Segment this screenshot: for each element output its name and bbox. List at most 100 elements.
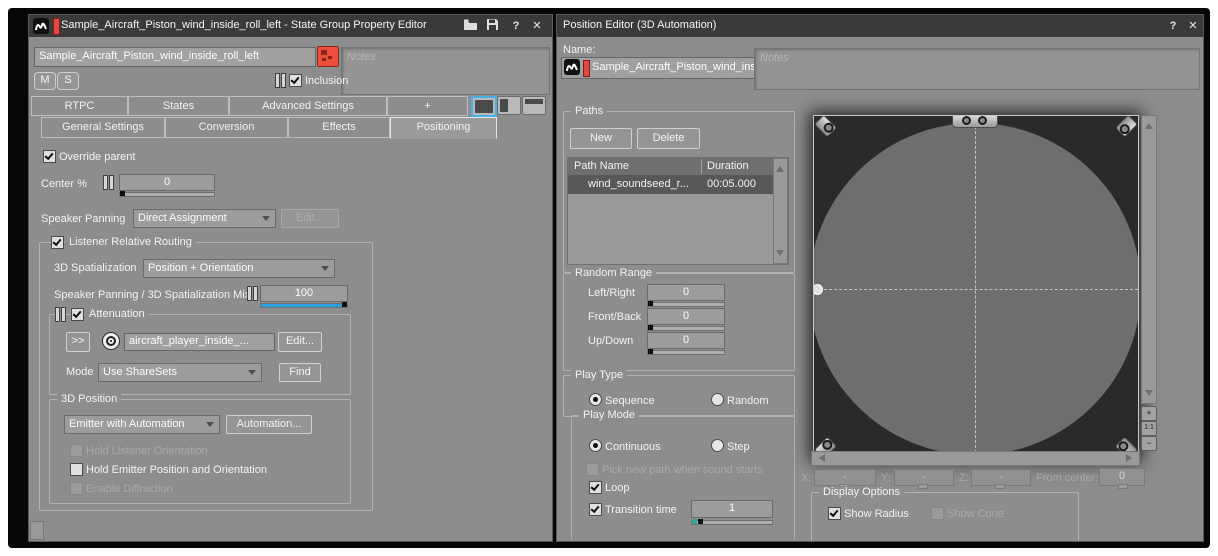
- left-right-slider[interactable]: [647, 302, 725, 307]
- paths-list[interactable]: Path Name Duration wind_soundseed_r... 0…: [567, 157, 789, 265]
- zoom-in-button[interactable]: +: [1141, 406, 1157, 421]
- scroll-down-icon[interactable]: [1145, 390, 1153, 400]
- solo-button[interactable]: S: [57, 72, 79, 90]
- loop-checkbox[interactable]: [589, 481, 602, 494]
- up-down-value[interactable]: 0: [647, 332, 725, 349]
- z-field[interactable]: -: [971, 469, 1031, 486]
- mix-slider[interactable]: [260, 303, 348, 308]
- y-field[interactable]: -: [894, 469, 954, 486]
- paths-list-scrollbar[interactable]: [773, 158, 788, 264]
- scroll-up-icon[interactable]: [1145, 119, 1153, 129]
- transition-time-slider[interactable]: [691, 520, 773, 525]
- tab-advanced-settings[interactable]: Advanced Settings: [229, 96, 387, 116]
- help-icon[interactable]: ?: [1165, 18, 1181, 34]
- attenuation-slider-icon[interactable]: [55, 307, 66, 321]
- layout-single-button[interactable]: [471, 96, 497, 117]
- x-field[interactable]: -: [814, 469, 876, 486]
- enable-diffraction-label: Enable Diffraction: [86, 483, 173, 495]
- override-parent-checkbox[interactable]: [43, 150, 56, 163]
- hold-listener-orientation-checkbox[interactable]: [70, 444, 83, 457]
- column-path-name[interactable]: Path Name: [574, 160, 629, 172]
- left-notes-area[interactable]: Notes: [341, 47, 550, 95]
- attenuation-edit-button[interactable]: Edit...: [278, 332, 322, 352]
- from-center-field[interactable]: 0: [1099, 468, 1145, 486]
- random-radio[interactable]: [711, 393, 724, 406]
- spatialization-dropdown[interactable]: Position + Orientation: [143, 259, 335, 278]
- path-row-selected[interactable]: wind_soundseed_r... 00:05.000: [568, 175, 773, 194]
- scroll-down-icon[interactable]: [776, 250, 784, 260]
- state-group-icon-button[interactable]: [317, 46, 339, 67]
- position-3d-canvas[interactable]: [813, 115, 1139, 459]
- hold-emitter-label: Hold Emitter Position and Orientation: [86, 464, 267, 476]
- speaker-panning-dropdown[interactable]: Direct Assignment: [133, 209, 276, 228]
- show-radius-checkbox[interactable]: [828, 507, 841, 520]
- front-back-slider[interactable]: [647, 326, 725, 331]
- transition-time-checkbox[interactable]: [589, 503, 602, 516]
- attenuation-checkbox[interactable]: [71, 308, 84, 321]
- scroll-left-icon[interactable]: [815, 454, 825, 462]
- tab-add[interactable]: +: [387, 96, 468, 116]
- hold-emitter-checkbox[interactable]: [70, 463, 83, 476]
- tab-positioning[interactable]: Positioning: [390, 117, 497, 139]
- layout-split-horizontal-button[interactable]: [522, 96, 546, 115]
- tab-general-settings[interactable]: General Settings: [41, 117, 165, 138]
- tab-rtpc[interactable]: RTPC: [31, 96, 128, 116]
- close-icon[interactable]: ✕: [529, 18, 545, 34]
- column-duration[interactable]: Duration: [707, 160, 749, 172]
- attenuation-shareset-field[interactable]: aircraft_player_inside_...: [124, 333, 275, 351]
- scroll-up-icon[interactable]: [776, 162, 784, 172]
- zoom-out-button[interactable]: −: [1141, 436, 1157, 451]
- canvas-vertical-scrollbar[interactable]: [1141, 115, 1157, 404]
- tab-conversion[interactable]: Conversion: [165, 117, 288, 138]
- paths-label: Paths: [571, 105, 607, 117]
- attenuation-expand-button[interactable]: >>: [66, 332, 90, 352]
- canvas-horizontal-scrollbar[interactable]: [811, 451, 1140, 466]
- inclusion-splitter-icon: [275, 73, 286, 87]
- random-label: Random: [727, 395, 769, 407]
- object-name-input[interactable]: Sample_Aircraft_Piston_wind_inside_roll_…: [34, 47, 316, 67]
- front-back-value[interactable]: 0: [647, 308, 725, 325]
- zoom-actual-button[interactable]: 1:1: [1141, 421, 1157, 436]
- left-right-value[interactable]: 0: [647, 284, 725, 301]
- column-divider[interactable]: [701, 159, 702, 174]
- enable-diffraction-checkbox[interactable]: [70, 482, 83, 495]
- center-percent-slider[interactable]: [119, 192, 215, 197]
- left-titlebar[interactable]: Sample_Aircraft_Piston_wind_inside_roll_…: [29, 15, 552, 37]
- tab-effects[interactable]: Effects: [288, 117, 390, 138]
- right-titlebar[interactable]: Position Editor (3D Automation) ? ✕: [557, 15, 1203, 37]
- attenuation-mode-dropdown[interactable]: Use ShareSets: [98, 363, 262, 382]
- tab-states[interactable]: States: [128, 96, 229, 116]
- up-down-slider[interactable]: [647, 350, 725, 355]
- show-cone-checkbox[interactable]: [931, 507, 944, 520]
- center-percent-value[interactable]: 0: [119, 174, 215, 191]
- inclusion-checkbox[interactable]: [289, 74, 302, 87]
- close-icon[interactable]: ✕: [1185, 18, 1201, 34]
- help-icon[interactable]: ?: [508, 18, 524, 34]
- pick-new-path-checkbox[interactable]: [586, 463, 599, 476]
- attenuation-group: [49, 314, 351, 395]
- listener-relative-routing-checkbox[interactable]: [51, 236, 64, 249]
- mute-button[interactable]: M: [34, 72, 56, 90]
- position-3d-mode-dropdown[interactable]: Emitter with Automation: [64, 415, 220, 434]
- scroll-right-icon[interactable]: [1126, 454, 1136, 462]
- mix-slider-icon[interactable]: [247, 286, 252, 300]
- right-notes-area[interactable]: Notes: [754, 48, 1200, 90]
- paths-list-header[interactable]: Path Name Duration: [568, 158, 773, 175]
- screenshot: Sample_Aircraft_Piston_wind_inside_roll_…: [0, 0, 1218, 556]
- speaker-panning-edit-button[interactable]: Edit...: [281, 209, 339, 228]
- transition-time-value[interactable]: 1: [691, 500, 773, 518]
- step-radio[interactable]: [711, 439, 724, 452]
- layout-split-vertical-button[interactable]: [497, 96, 521, 115]
- mix-value[interactable]: 100: [260, 285, 348, 302]
- save-icon[interactable]: [486, 18, 502, 34]
- attenuation-find-button[interactable]: Find: [279, 363, 321, 382]
- sequence-radio[interactable]: [589, 393, 602, 406]
- open-folder-icon[interactable]: [463, 18, 479, 34]
- left-window-corner-scrollbar[interactable]: [30, 521, 44, 540]
- center-percent-slider-icon[interactable]: [103, 175, 114, 189]
- continuous-radio[interactable]: [589, 439, 602, 452]
- path-new-button[interactable]: New: [570, 128, 632, 149]
- spatialization-label: 3D Spatialization: [54, 262, 137, 274]
- automation-button[interactable]: Automation...: [226, 415, 312, 434]
- path-delete-button[interactable]: Delete: [637, 128, 700, 149]
